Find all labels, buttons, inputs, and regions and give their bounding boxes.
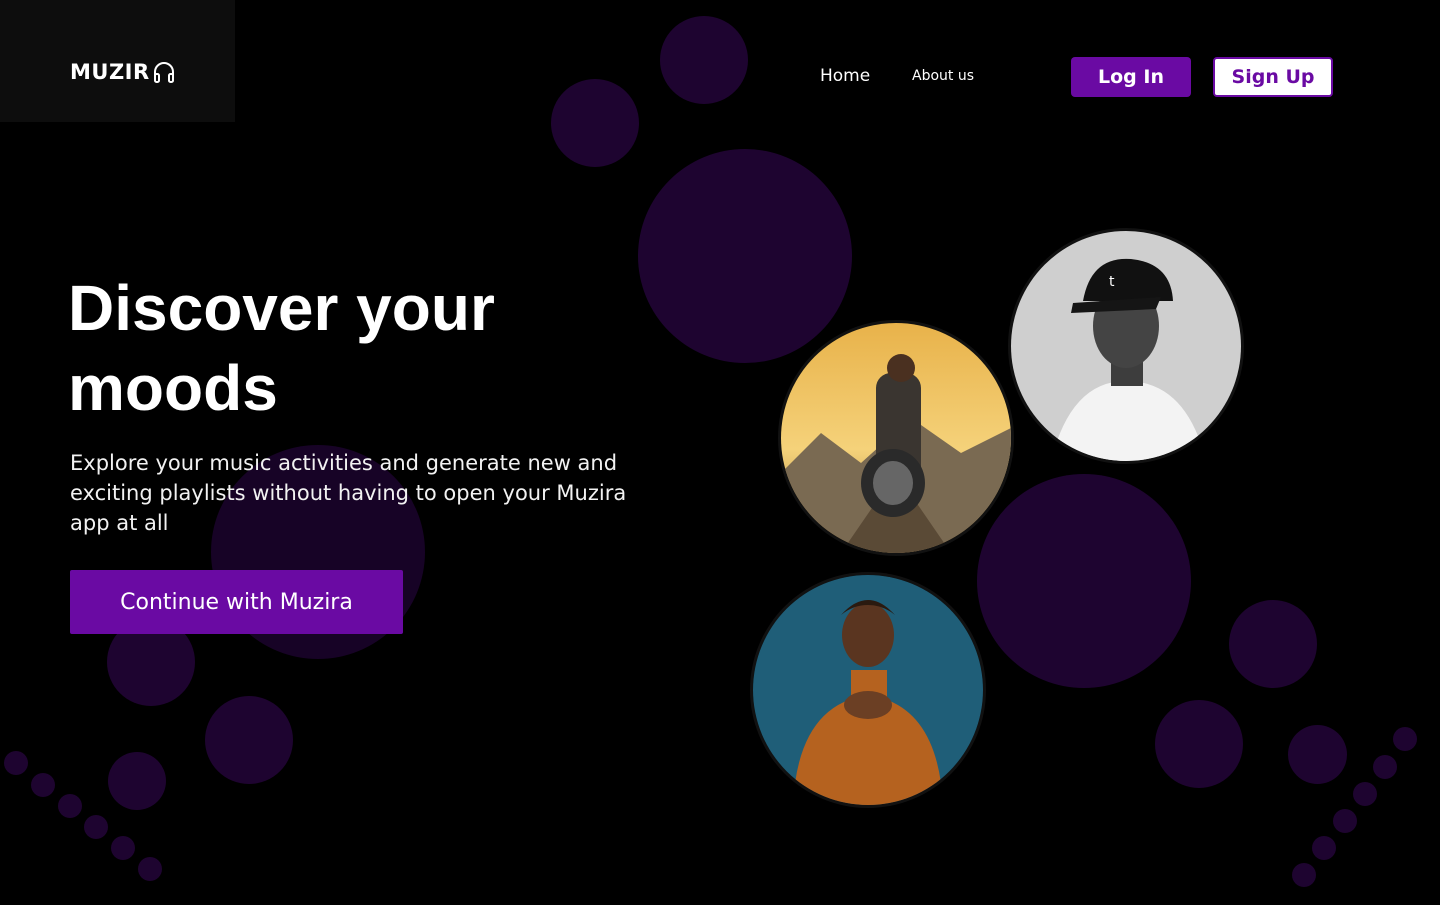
decor-dot: [1292, 863, 1316, 887]
artist-portrait-image: [753, 575, 983, 805]
decor-dot: [1312, 836, 1336, 860]
album-art-image: [781, 323, 1011, 553]
artist-portrait-image: t: [1011, 231, 1241, 461]
svg-text:t: t: [1109, 274, 1115, 290]
decor-dot: [1393, 727, 1417, 751]
decor-bubble: [108, 752, 166, 810]
decor-dot: [84, 815, 108, 839]
headphones-icon: [153, 62, 174, 83]
decor-bubble: [1288, 725, 1347, 784]
nav-about-link[interactable]: About us: [912, 68, 974, 84]
decor-bubble: [977, 474, 1191, 688]
signup-button[interactable]: Sign Up: [1213, 57, 1333, 97]
decor-dot: [4, 751, 28, 775]
brand-name: MUZIR: [70, 60, 150, 84]
decor-dot: [58, 794, 82, 818]
decor-dot: [1333, 809, 1357, 833]
brand-logo[interactable]: MUZIR: [70, 60, 176, 84]
decor-bubble: [660, 16, 748, 104]
hero-title: Discover your moods: [68, 272, 495, 424]
nav-home-link[interactable]: Home: [820, 66, 870, 86]
decor-dot: [31, 773, 55, 797]
decor-bubble: [1155, 700, 1243, 788]
decor-dot: [1353, 782, 1377, 806]
continue-with-muzira-button[interactable]: Continue with Muzira: [70, 570, 403, 634]
decor-dot: [1373, 755, 1397, 779]
login-button[interactable]: Log In: [1071, 57, 1191, 97]
decor-bubble: [551, 79, 639, 167]
decor-bubble: [1229, 600, 1317, 688]
decor-dot: [111, 836, 135, 860]
decor-bubble: [205, 696, 293, 784]
decor-dot: [138, 857, 162, 881]
decor-bubble: [638, 149, 852, 363]
hero-subtitle: Explore your music activities and genera…: [70, 451, 627, 535]
